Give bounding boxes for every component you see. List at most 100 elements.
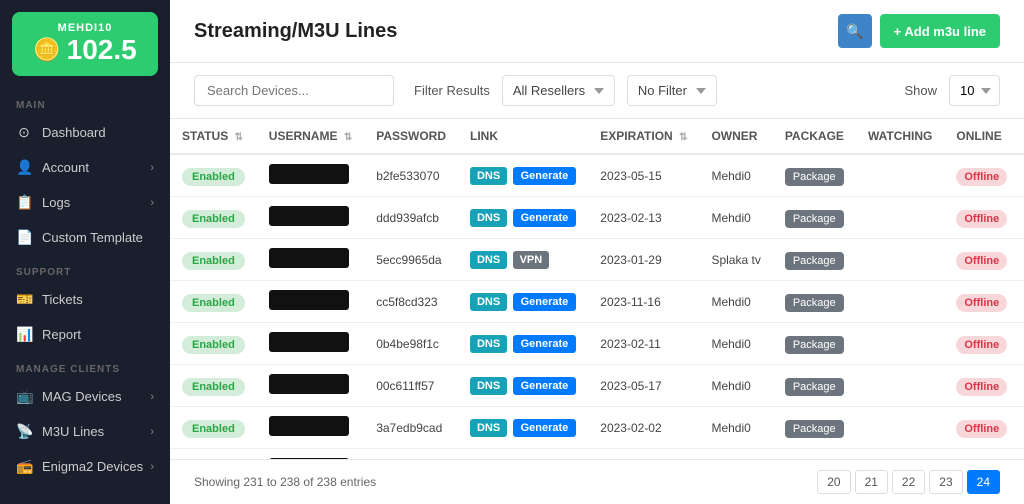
reseller-filter-select[interactable]: All Resellers (502, 75, 615, 106)
cell-package: Package (773, 407, 856, 449)
cell-link: DNS Generate (458, 154, 588, 197)
cell-owner: Mehdi0 (699, 449, 772, 460)
search-input[interactable] (194, 75, 394, 106)
cell-link: DNS Generate (458, 281, 588, 323)
sidebar-item-report[interactable]: 📊 Report (0, 317, 170, 352)
cell-expiration: 2023-11-02 (588, 449, 699, 460)
cell-owner: Mehdi0 (699, 281, 772, 323)
sidebar-label-custom-template: Custom Template (42, 230, 143, 245)
logo-block: MEHDI10 🪙 102.5 (12, 12, 158, 76)
cell-online: Offline (944, 449, 1019, 460)
table-row: Enabled 0b4be98f1c DNS Generate 2023-02-… (170, 323, 1024, 365)
page-btn-20[interactable]: 20 (817, 470, 850, 494)
chevron-right-icon: › (150, 426, 154, 438)
cell-online: Offline (944, 197, 1019, 239)
generate-button[interactable]: Generate (513, 209, 577, 227)
col-owner: OWNER (699, 119, 772, 154)
col-status: STATUS ⇅ (170, 119, 257, 154)
dashboard-icon: ⊙ (16, 124, 32, 141)
cell-expiration: 2023-01-29 (588, 239, 699, 281)
sidebar-item-m3u-lines[interactable]: 📡 M3U Lines › (0, 414, 170, 449)
filter-label: Filter Results (414, 83, 490, 98)
generate-button[interactable]: Generate (513, 335, 577, 353)
section-label-main: MAIN (0, 88, 170, 115)
header-actions: 🔍 + Add m3u line (838, 14, 1000, 48)
cell-username (257, 197, 364, 239)
table-row: Enabled 5ecc9965da DNS VPN 2023-01-29 Sp… (170, 239, 1024, 281)
sidebar-item-account[interactable]: 👤 Account › (0, 150, 170, 185)
cell-notes: Bhullar (1019, 449, 1024, 460)
cell-online: Offline (944, 407, 1019, 449)
toolbar: Filter Results All Resellers No Filter S… (170, 63, 1024, 119)
sidebar: MEHDI10 🪙 102.5 MAIN ⊙ Dashboard 👤 Accou… (0, 0, 170, 504)
page-btn-23[interactable]: 23 (929, 470, 962, 494)
chevron-right-icon: › (150, 197, 154, 209)
data-table-container: STATUS ⇅ USERNAME ⇅ PASSWORD LINK EXPIRA… (170, 119, 1024, 459)
page-btn-21[interactable]: 21 (855, 470, 888, 494)
dns-button[interactable]: DNS (470, 335, 507, 353)
col-package: PACKAGE (773, 119, 856, 154)
chevron-right-icon: › (150, 162, 154, 174)
dns-button[interactable]: DNS (470, 419, 507, 437)
cell-password: 0b4be98f1c (364, 323, 458, 365)
sidebar-item-tickets[interactable]: 🎫 Tickets (0, 282, 170, 317)
dns-button[interactable]: DNS (470, 293, 507, 311)
cell-watching (856, 365, 944, 407)
sidebar-item-dashboard[interactable]: ⊙ Dashboard (0, 115, 170, 150)
cell-link: DNS Generate (458, 449, 588, 460)
sidebar-label-dashboard: Dashboard (42, 125, 106, 140)
pagination: 20 21 22 23 24 (817, 470, 1000, 494)
section-label-support: SUPPORT (0, 255, 170, 282)
vpn-button[interactable]: VPN (513, 251, 550, 269)
chevron-right-icon: › (150, 461, 154, 473)
dns-button[interactable]: DNS (470, 377, 507, 395)
sidebar-item-enigma2[interactable]: 📻 Enigma2 Devices › (0, 449, 170, 484)
sidebar-label-report: Report (42, 327, 81, 342)
cell-watching (856, 154, 944, 197)
search-button[interactable]: 🔍 (838, 14, 872, 48)
cell-status: Enabled (170, 154, 257, 197)
generate-button[interactable]: Generate (513, 167, 577, 185)
status-filter-select[interactable]: No Filter (627, 75, 717, 106)
cell-expiration: 2023-02-11 (588, 323, 699, 365)
cell-status: Enabled (170, 281, 257, 323)
cell-watching (856, 197, 944, 239)
tickets-icon: 🎫 (16, 291, 32, 308)
generate-button[interactable]: Generate (513, 419, 577, 437)
cell-notes: Justin (1019, 365, 1024, 407)
dns-button[interactable]: DNS (470, 167, 507, 185)
add-m3u-button[interactable]: + Add m3u line (880, 14, 1000, 48)
cell-watching (856, 323, 944, 365)
cell-online: Offline (944, 239, 1019, 281)
coin-icon: 🪙 (33, 37, 60, 63)
dns-button[interactable]: DNS (470, 251, 507, 269)
cell-username (257, 407, 364, 449)
cell-notes: Jas (1019, 323, 1024, 365)
page-title: Streaming/M3U Lines (194, 20, 397, 43)
sidebar-item-custom-template[interactable]: 📄 Custom Template (0, 220, 170, 255)
cell-package: Package (773, 239, 856, 281)
generate-button[interactable]: Generate (513, 377, 577, 395)
page-header: Streaming/M3U Lines 🔍 + Add m3u line (170, 0, 1024, 63)
table-row: Enabled 8360f95bac DNS Generate 2023-11-… (170, 449, 1024, 460)
cell-password: 5ecc9965da (364, 239, 458, 281)
cell-link: DNS VPN (458, 239, 588, 281)
table-row: Enabled 3a7edb9cad DNS Generate 2023-02-… (170, 407, 1024, 449)
cell-package: Package (773, 365, 856, 407)
show-count-select[interactable]: 10 (949, 75, 1000, 106)
sidebar-item-mag-devices[interactable]: 📺 MAG Devices › (0, 379, 170, 414)
sidebar-username: MEHDI10 (58, 22, 113, 34)
cell-link: DNS Generate (458, 407, 588, 449)
cell-password: cc5f8cd323 (364, 281, 458, 323)
cell-package: Package (773, 323, 856, 365)
dns-button[interactable]: DNS (470, 209, 507, 227)
generate-button[interactable]: Generate (513, 293, 577, 311)
cell-package: Package (773, 281, 856, 323)
mag-icon: 📺 (16, 388, 32, 405)
page-btn-24[interactable]: 24 (967, 470, 1000, 494)
chevron-right-icon: › (150, 391, 154, 403)
sidebar-item-logs[interactable]: 📋 Logs › (0, 185, 170, 220)
cell-owner: Mehdi0 (699, 365, 772, 407)
cell-expiration: 2023-02-13 (588, 197, 699, 239)
page-btn-22[interactable]: 22 (892, 470, 925, 494)
